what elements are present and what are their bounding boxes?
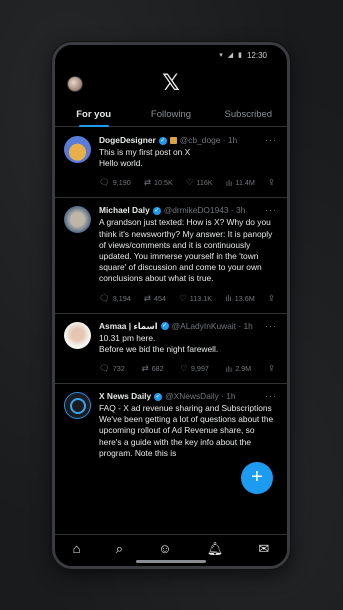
repost-count: 682 (151, 364, 164, 374)
repost-button[interactable]: ⇄ 454 (144, 293, 166, 304)
search-icon[interactable]: ⌕ (116, 541, 123, 557)
share-button[interactable]: ⇪ (268, 293, 275, 304)
author-avatar[interactable] (64, 136, 91, 163)
post-text: A grandson just texted: How is X? Why do… (99, 217, 273, 284)
heart-icon: ♡ (179, 292, 187, 303)
feed-tabs: For you Following Subscribed (55, 103, 287, 127)
repost-count: 10.5K (153, 178, 173, 188)
verified-badge-icon: ✓ (160, 322, 169, 331)
battery-icon: ▮ (238, 52, 242, 59)
reply-button[interactable]: 🗨 9,190 (99, 177, 131, 188)
author-avatar[interactable] (64, 206, 91, 234)
reply-count: 3,194 (112, 293, 131, 303)
signal-icon: ◢ (227, 52, 234, 59)
like-button[interactable]: ♡ 113.1K (179, 293, 212, 304)
reply-button[interactable]: 🗨 732 (99, 363, 125, 374)
wifi-icon: ▾ (219, 52, 223, 59)
author-avatar[interactable] (64, 392, 91, 420)
home-icon[interactable]: ⌂ (73, 541, 81, 556)
views-icon: ılı (225, 177, 233, 188)
tab-following[interactable]: Following (132, 103, 209, 126)
status-time: 12:30 (246, 50, 267, 60)
reply-count: 9,190 (112, 178, 131, 188)
profile-avatar[interactable] (67, 76, 83, 92)
reply-icon: 🗨 (99, 177, 110, 188)
author-name[interactable]: Michael Daly (99, 205, 150, 216)
share-icon: ⇪ (267, 177, 275, 188)
repost-icon: ⇄ (143, 292, 152, 303)
tab-subscribed[interactable]: Subscribed (210, 103, 287, 126)
post-actions: 🗨 732 ⇄ 682 ♡ 9,997 ılı 2.9M ⇪ (99, 363, 277, 374)
reply-icon: 🗨 (99, 363, 110, 374)
views-button[interactable]: ılı 13.6M (225, 293, 255, 304)
compose-post-button[interactable]: + (241, 462, 273, 494)
repost-icon: ⇄ (143, 177, 151, 188)
more-options-icon[interactable]: ··· (265, 321, 277, 331)
more-options-icon[interactable]: ··· (265, 135, 277, 145)
affiliate-badge-icon (169, 137, 177, 144)
repost-button[interactable]: ⇄ 682 (141, 363, 163, 374)
repost-icon: ⇄ (141, 363, 149, 374)
like-count: 9,997 (190, 364, 209, 374)
share-button[interactable]: ⇪ (268, 363, 275, 374)
like-button[interactable]: ♡ 116K (186, 177, 213, 188)
post[interactable]: DogeDesigner ✓ @cb_doge · 1h ··· This is… (55, 128, 287, 199)
like-button[interactable]: ♡ 9,997 (180, 363, 209, 374)
author-handle[interactable]: @XNewsDaily · 1h (165, 391, 235, 402)
author-name[interactable]: DogeDesigner (99, 135, 156, 146)
post[interactable]: Asmaa | اسماء ✓ @ALadyInKuwait · 1h ··· … (55, 314, 287, 385)
author-name[interactable]: X News Daily (99, 391, 151, 402)
bottom-navigation: ⌂ ⌕ ☺ 🔔︎ ✉ (55, 534, 287, 566)
more-options-icon[interactable]: ··· (265, 205, 277, 215)
verified-badge-icon: ✓ (152, 206, 161, 215)
reply-count: 732 (112, 364, 125, 374)
reply-icon: 🗨 (99, 292, 110, 303)
author-handle[interactable]: @cb_doge · 1h (180, 135, 237, 146)
views-icon: ılı (225, 363, 233, 374)
verified-badge-icon: ✓ (158, 136, 167, 145)
repost-button[interactable]: ⇄ 10.5K (144, 177, 173, 188)
like-count: 116K (196, 178, 213, 188)
more-options-icon[interactable]: ··· (265, 391, 277, 401)
communities-icon[interactable]: ☺ (158, 541, 171, 556)
post-actions: 🗨 3,194 ⇄ 454 ♡ 113.1K ılı 13.6M ⇪ (99, 293, 277, 304)
author-avatar[interactable] (64, 321, 91, 349)
views-icon: ılı (225, 293, 232, 304)
post-text: FAQ - X ad revenue sharing and Subscript… (99, 403, 274, 458)
views-count: 2.9M (235, 364, 252, 374)
messages-icon[interactable]: ✉ (258, 541, 269, 557)
top-bar: 𝕏 (55, 67, 287, 101)
share-icon: ⇪ (267, 363, 275, 374)
share-icon: ⇪ (267, 292, 275, 303)
tab-for-you[interactable]: For you (55, 103, 132, 126)
gesture-bar[interactable] (136, 560, 206, 563)
views-button[interactable]: ılı 11.4M (226, 177, 255, 188)
post-text: 10.31 pm here. Before we bid the night f… (99, 332, 219, 354)
views-button[interactable]: ılı 2.9M (226, 363, 252, 374)
share-button[interactable]: ⇪ (268, 177, 275, 188)
verified-badge-icon: ✓ (154, 392, 163, 401)
author-handle[interactable]: @drmikeDO1943 · 3h (164, 205, 246, 216)
x-logo-icon[interactable]: 𝕏 (162, 73, 180, 95)
phone-frame: ▾ ◢ ▮ 12:30 𝕏 For you Following Subscrib… (52, 42, 290, 569)
views-count: 11.4M (235, 178, 255, 188)
reply-button[interactable]: 🗨 3,194 (99, 293, 131, 304)
status-bar: ▾ ◢ ▮ 12:30 (55, 45, 287, 65)
repost-count: 454 (154, 293, 167, 303)
notifications-icon[interactable]: 🔔︎ (207, 541, 224, 557)
post-text: This is my first post on X Hello world. (99, 147, 191, 169)
author-handle[interactable]: @ALadyInKuwait · 1h (172, 321, 253, 332)
post[interactable]: X News Daily ✓ @XNewsDaily · 1h ··· FAQ … (55, 384, 287, 466)
heart-icon: ♡ (180, 363, 188, 374)
like-count: 113.1K (189, 293, 213, 303)
xnews-logo-icon (69, 397, 86, 414)
views-count: 13.6M (234, 293, 255, 303)
post-actions: 🗨 9,190 ⇄ 10.5K ♡ 116K ılı 11.4M ⇪ (99, 177, 277, 188)
heart-icon: ♡ (185, 177, 194, 188)
post[interactable]: Michael Daly ✓ @drmikeDO1943 · 3h ··· A … (55, 198, 287, 314)
author-name[interactable]: Asmaa | اسماء (99, 321, 158, 332)
